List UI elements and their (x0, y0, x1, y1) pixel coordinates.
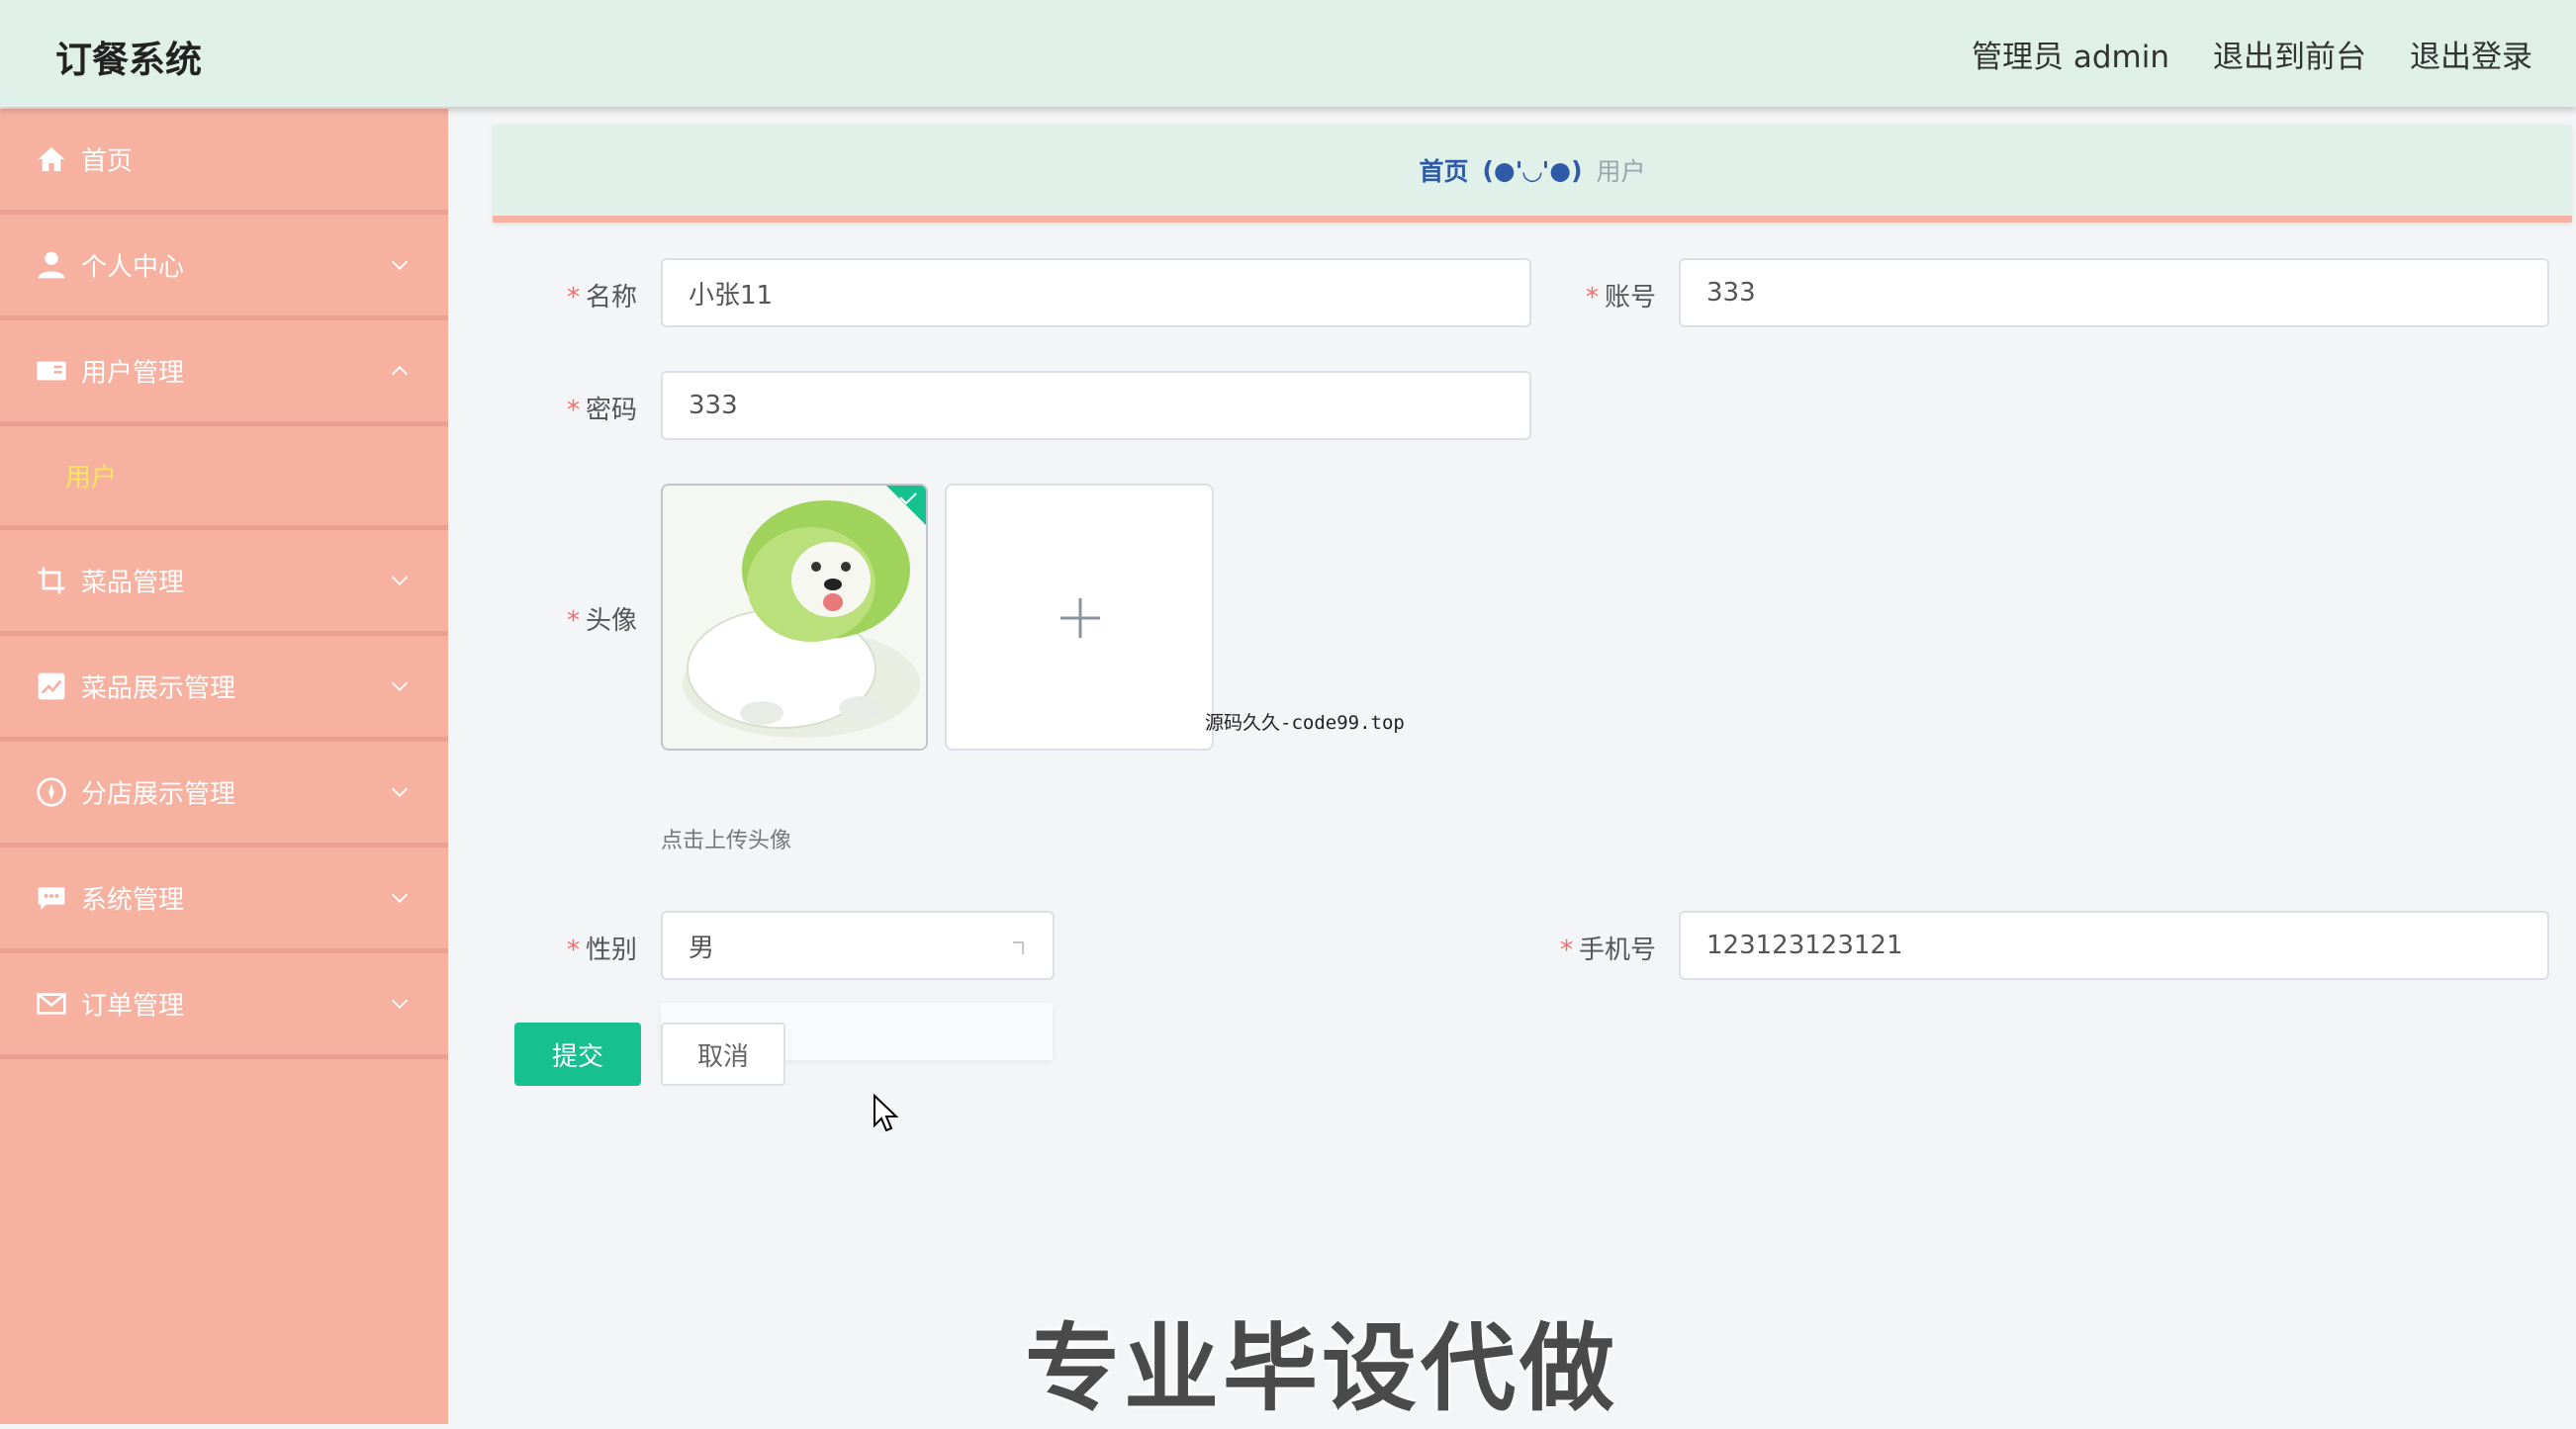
sidebar-subitem-user[interactable]: 用户 (0, 426, 448, 530)
logout-link[interactable]: 退出登录 (2410, 32, 2532, 76)
mouse-cursor-icon (874, 1094, 899, 1132)
sidebar-item-label: 系统管理 (81, 885, 185, 916)
sidebar-item-dish-management[interactable]: 菜品管理 (0, 530, 448, 636)
sidebar-item-label: 菜品管理 (81, 568, 185, 598)
sidebar-item-label: 个人中心 (81, 252, 185, 283)
submit-button[interactable]: 提交 (514, 1023, 641, 1086)
sidebar-item-label: 首页 (81, 146, 134, 177)
sidebar-item-user-management[interactable]: 用户管理 (0, 320, 448, 426)
breadcrumb-home[interactable]: 首页 (1419, 152, 1468, 188)
watermark-text-large: 专业毕设代做 (1025, 1313, 1618, 1424)
avatar-hint: 点击上传头像 (661, 829, 792, 853)
compass-icon (37, 777, 66, 807)
gender-label: * 性别 (566, 936, 637, 965)
sidebar-item-label: 订单管理 (81, 991, 185, 1022)
top-right-links: 管理员 admin 退出到前台 退出登录 (1972, 32, 2532, 76)
name-field[interactable]: 小张11 (661, 258, 1531, 327)
mail-icon (37, 993, 66, 1015)
breadcrumb: 首页 (●'◡'●) 用户 (493, 125, 2572, 223)
password-label: * 密码 (566, 396, 637, 425)
chevron-down-icon (392, 576, 408, 585)
sidebar-item-label: 分店展示管理 (81, 779, 236, 810)
name-label: * 名称 (566, 283, 637, 313)
chat-icon (38, 887, 65, 910)
sidebar-item-dish-display-management[interactable]: 菜品展示管理 (0, 636, 448, 742)
sidebar-item-branch-display-management[interactable]: 分店展示管理 (0, 742, 448, 848)
chevron-down-icon (392, 260, 408, 270)
chevron-up-icon (392, 366, 408, 376)
phone-field[interactable]: 123123123121 (1679, 911, 2549, 980)
exit-to-front-link[interactable]: 退出到前台 (2213, 32, 2366, 76)
sidebar: 首页 个人中心 用户管理 用户 菜品管理 菜品展示管理 分店展示管理 系统管理 … (0, 109, 448, 1424)
chevron-down-icon (392, 893, 408, 903)
phone-label: * 手机号 (1559, 936, 1656, 965)
top-bar: 订餐系统 管理员 admin 退出到前台 退出登录 (0, 0, 2576, 107)
sidebar-item-system-management[interactable]: 系统管理 (0, 848, 448, 953)
cancel-button[interactable]: 取消 (661, 1023, 785, 1086)
chart-icon (38, 672, 65, 700)
id-card-icon (37, 361, 66, 381)
sidebar-subitem-label: 用户 (65, 463, 118, 493)
sidebar-item-personal-center[interactable]: 个人中心 (0, 215, 448, 320)
watermark-text-small: 源码久久-code99.top (1205, 712, 1405, 734)
home-icon (38, 147, 65, 171)
plus-icon (1060, 598, 1100, 638)
admin-label: 管理员 admin (1972, 40, 2169, 75)
breadcrumb-current: 用户 (1596, 157, 1646, 186)
password-field[interactable]: 333 (661, 371, 1531, 440)
gender-select[interactable]: 男 (661, 911, 1055, 980)
account-field[interactable]: 333 (1679, 258, 2549, 327)
avatar-image (663, 486, 926, 749)
app-title: 订餐系统 (55, 39, 202, 81)
chevron-down-icon (392, 787, 408, 797)
account-label: * 账号 (1585, 283, 1656, 313)
avatar-upload-button[interactable] (945, 484, 1214, 751)
breadcrumb-separator: (●'◡'●) (1482, 155, 1583, 185)
sidebar-item-label: 用户管理 (81, 358, 185, 389)
crop-icon (38, 567, 65, 594)
sidebar-item-label: 菜品展示管理 (81, 673, 236, 704)
avatar-thumbnail[interactable] (661, 484, 928, 751)
select-arrow-icon (1013, 941, 1024, 954)
avatar-label: * 头像 (566, 606, 637, 636)
chevron-down-icon (392, 999, 408, 1009)
user-icon (38, 251, 65, 279)
sidebar-item-home[interactable]: 首页 (0, 109, 448, 215)
sidebar-item-order-management[interactable]: 订单管理 (0, 953, 448, 1059)
chevron-down-icon (392, 681, 408, 691)
